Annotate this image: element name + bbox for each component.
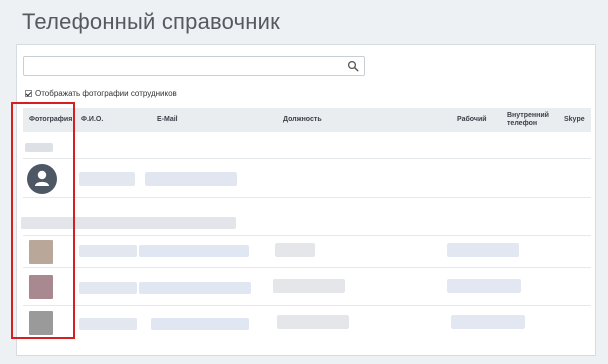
row-divider bbox=[23, 197, 591, 198]
search-box[interactable] bbox=[23, 56, 365, 76]
work-phone-blurred bbox=[447, 243, 519, 257]
directory-card: Отображать фотографии сотрудников Фотогр… bbox=[16, 44, 596, 356]
photo-column-highlight bbox=[11, 102, 75, 339]
column-header-work-phone[interactable]: Рабочий bbox=[457, 108, 487, 132]
work-phone-blurred bbox=[451, 315, 525, 329]
email-blurred bbox=[151, 318, 249, 330]
column-header-position[interactable]: Должность bbox=[283, 108, 322, 132]
search-icon[interactable] bbox=[347, 60, 359, 72]
column-header-email[interactable]: E-Mail bbox=[157, 108, 178, 132]
fio-blurred bbox=[79, 282, 137, 294]
show-photos-option[interactable]: Отображать фотографии сотрудников bbox=[25, 87, 177, 99]
row-divider bbox=[23, 235, 591, 236]
position-blurred bbox=[275, 243, 315, 257]
fio-blurred bbox=[79, 172, 135, 186]
column-header-fio[interactable]: Ф.И.О. bbox=[81, 108, 103, 132]
position-blurred bbox=[277, 315, 349, 329]
work-phone-blurred bbox=[447, 279, 521, 293]
page-title: Телефонный справочник bbox=[22, 9, 280, 34]
row-divider bbox=[23, 158, 591, 159]
email-blurred bbox=[139, 245, 249, 257]
show-photos-label: Отображать фотографии сотрудников bbox=[35, 88, 177, 98]
search-input[interactable] bbox=[24, 57, 354, 75]
email-blurred bbox=[145, 172, 237, 186]
fio-blurred bbox=[79, 245, 137, 257]
column-header-skype[interactable]: Skype bbox=[564, 108, 585, 132]
position-blurred bbox=[273, 279, 345, 293]
email-blurred bbox=[139, 282, 251, 294]
fio-blurred bbox=[79, 318, 137, 330]
row-divider bbox=[23, 305, 591, 306]
show-photos-checkbox[interactable] bbox=[25, 89, 32, 97]
column-header-internal-phone[interactable]: Внутренний телефон bbox=[507, 108, 551, 132]
row-divider bbox=[23, 267, 591, 268]
table-header: Фотография Ф.И.О. E-Mail Должность Рабоч… bbox=[23, 108, 591, 132]
